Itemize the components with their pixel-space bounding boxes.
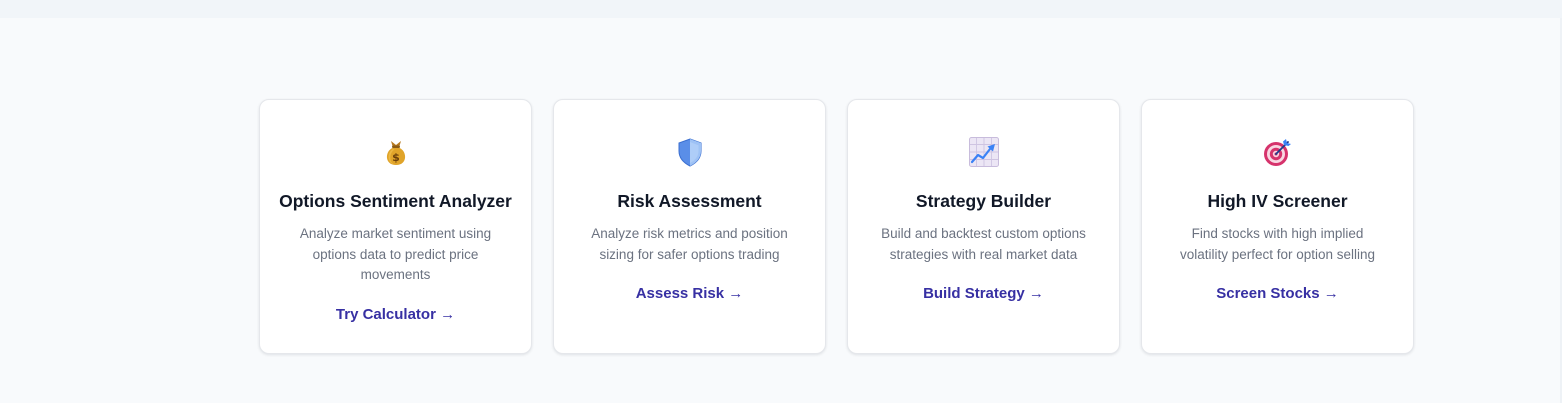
tool-cards-grid: $ Options Sentiment Analyzer Analyze mar… (259, 99, 1414, 354)
card-description: Analyze risk metrics and position sizing… (591, 226, 788, 262)
shield-icon (674, 136, 706, 168)
card-title: Risk Assessment (617, 191, 762, 211)
card-title: High IV Screener (1207, 191, 1348, 211)
card-description: Build and backtest custom options strate… (881, 226, 1086, 262)
card-risk-assessment: Risk Assessment Analyze risk metrics and… (553, 99, 826, 354)
money-bag-icon: $ (380, 136, 412, 168)
card-options-sentiment-analyzer: $ Options Sentiment Analyzer Analyze mar… (259, 99, 532, 354)
screen-stocks-link[interactable]: Screen Stocks → (1216, 284, 1339, 304)
assess-risk-link[interactable]: Assess Risk → (636, 284, 744, 304)
target-icon (1262, 136, 1294, 168)
try-calculator-link[interactable]: Try Calculator → (336, 305, 455, 325)
card-title: Strategy Builder (915, 191, 1052, 211)
svg-text:$: $ (392, 151, 400, 164)
card-high-iv-screener: High IV Screener Find stocks with high i… (1141, 99, 1414, 354)
card-description: Find stocks with high implied volatility… (1179, 226, 1376, 262)
chart-increasing-icon (968, 136, 1000, 168)
card-strategy-builder: Strategy Builder Build and backtest cust… (847, 99, 1120, 354)
card-title: Options Sentiment Analyzer (279, 191, 512, 211)
top-header-strip (0, 0, 1562, 18)
card-description: Analyze market sentiment using options d… (299, 226, 492, 282)
build-strategy-link[interactable]: Build Strategy → (923, 284, 1044, 304)
